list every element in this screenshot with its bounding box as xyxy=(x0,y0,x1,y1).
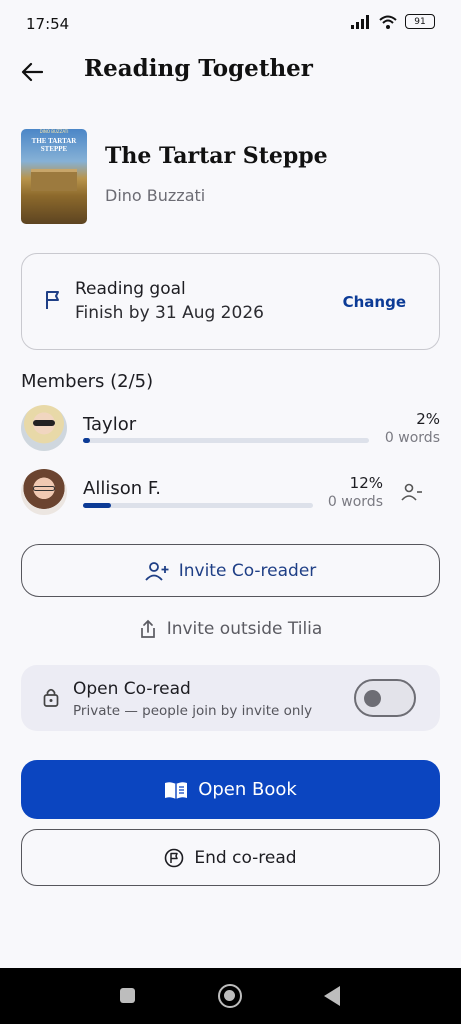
cover-author-text: DINO BUZZATI xyxy=(39,129,69,134)
member-progress-bar xyxy=(83,438,369,443)
goal-deadline: Finish by 31 Aug 2026 xyxy=(75,303,264,323)
end-coread-button[interactable]: End co-read xyxy=(21,829,440,886)
member-name: Taylor xyxy=(83,414,137,435)
member-percent: 2% xyxy=(416,410,440,428)
cover-fortress-shape xyxy=(31,169,77,191)
avatar xyxy=(21,469,67,515)
person-remove-icon xyxy=(401,483,422,501)
book-open-icon xyxy=(165,781,188,799)
share-icon xyxy=(140,619,155,638)
change-goal-button[interactable]: Change xyxy=(343,293,406,311)
back-button[interactable] xyxy=(16,56,48,88)
home-icon[interactable] xyxy=(218,984,242,1008)
person-add-icon xyxy=(145,561,169,581)
invite-co-reader-label: Invite Co-reader xyxy=(178,560,317,581)
signal-icon xyxy=(351,14,369,29)
reading-goal-card: Reading goal Finish by 31 Aug 2026 Chang… xyxy=(21,253,440,350)
open-book-label: Open Book xyxy=(198,779,297,800)
status-icons: 91 xyxy=(351,14,435,29)
recents-icon[interactable] xyxy=(120,988,135,1003)
system-nav-bar xyxy=(0,968,461,1024)
open-coread-title: Open Co-read xyxy=(73,679,191,699)
avatar xyxy=(21,405,67,451)
toggle-knob xyxy=(364,690,381,707)
member-percent: 12% xyxy=(349,474,383,492)
member-name: Allison F. xyxy=(83,478,162,499)
book-cover: DINO BUZZATI THE TARTAR STEPPE xyxy=(21,129,87,224)
invite-outside-label: Invite outside Tilia xyxy=(166,619,323,639)
cover-title-text: THE TARTAR STEPPE xyxy=(31,137,77,153)
invite-co-reader-button[interactable]: Invite Co-reader xyxy=(21,544,440,597)
member-progress-bar xyxy=(83,503,313,508)
lock-icon xyxy=(43,688,59,707)
open-coread-toggle[interactable] xyxy=(354,679,416,717)
open-coread-card: Open Co-read Private — people join by in… xyxy=(21,665,440,731)
wifi-icon xyxy=(379,15,397,29)
invite-outside-button[interactable]: Invite outside Tilia xyxy=(0,615,461,643)
progress-fill xyxy=(83,503,111,508)
open-book-button[interactable]: Open Book xyxy=(21,760,440,819)
member-words: 0 words xyxy=(327,494,383,510)
remove-member-button[interactable] xyxy=(400,480,424,504)
back-triangle-icon[interactable] xyxy=(324,986,340,1006)
book-author: Dino Buzzati xyxy=(105,186,206,205)
open-coread-subtitle: Private — people join by invite only xyxy=(73,703,313,719)
arrow-left-icon xyxy=(21,62,43,82)
end-coread-label: End co-read xyxy=(194,847,297,868)
status-time: 17:54 xyxy=(26,15,70,33)
page-title: Reading Together xyxy=(84,55,313,82)
goal-title: Reading goal xyxy=(75,279,186,299)
book-title: The Tartar Steppe xyxy=(105,143,328,169)
members-heading: Members (2/5) xyxy=(21,371,154,392)
battery-icon: 91 xyxy=(405,14,435,29)
flag-circle-icon xyxy=(165,848,184,867)
member-words: 0 words xyxy=(384,430,440,446)
progress-fill xyxy=(83,438,91,443)
flag-icon xyxy=(46,291,59,309)
